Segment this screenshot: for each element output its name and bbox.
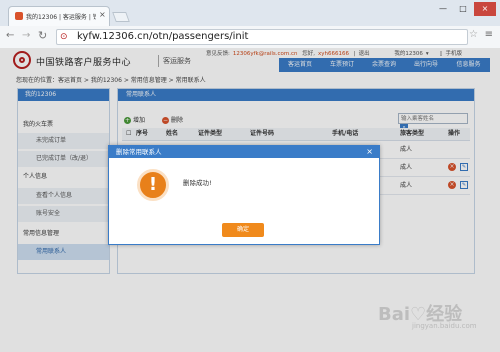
bookmark-star-icon[interactable]: ☆ bbox=[469, 29, 478, 40]
window-controls: — □ × bbox=[434, 2, 496, 16]
baidu-watermark-url: jingyan.baidu.com bbox=[412, 322, 477, 330]
favicon-icon bbox=[15, 12, 23, 20]
tab-title: 我的12306 | 客运服务 | 铁 bbox=[26, 14, 96, 21]
dialog-title: 删除常用联系人 bbox=[109, 146, 379, 158]
browser-titlebar: 我的12306 | 客运服务 | 铁 × — □ × bbox=[0, 0, 500, 26]
delete-contact-dialog: 删除常用联系人 × ! 删除成功! 确定 bbox=[108, 145, 380, 245]
maximize-button[interactable]: □ bbox=[454, 2, 472, 16]
close-window-button[interactable]: × bbox=[474, 2, 496, 16]
reload-icon[interactable]: ↻ bbox=[38, 29, 47, 42]
exclamation-icon: ! bbox=[137, 169, 169, 201]
dialog-close-icon[interactable]: × bbox=[366, 146, 373, 158]
dialog-message: 删除成功! bbox=[183, 179, 212, 187]
url-text: kyfw.12306.cn/otn/passengers/init bbox=[77, 31, 249, 42]
url-field[interactable]: ⊙ kyfw.12306.cn/otn/passengers/init bbox=[56, 29, 468, 45]
browser-tab[interactable]: 我的12306 | 客运服务 | 铁 × bbox=[8, 6, 110, 26]
back-arrow-icon[interactable]: ← bbox=[6, 30, 14, 41]
minimize-button[interactable]: — bbox=[434, 2, 452, 16]
address-bar-row: ← → ↻ ⊙ kyfw.12306.cn/otn/passengers/ini… bbox=[0, 26, 500, 49]
site-lock-icon: ⊙ bbox=[60, 32, 68, 42]
browser-menu-icon[interactable]: ≡ bbox=[485, 29, 493, 40]
tab-close-icon[interactable]: × bbox=[99, 10, 106, 19]
dialog-ok-button[interactable]: 确定 bbox=[222, 223, 264, 237]
new-tab-button[interactable] bbox=[112, 12, 130, 22]
forward-arrow-icon[interactable]: → bbox=[22, 30, 30, 41]
